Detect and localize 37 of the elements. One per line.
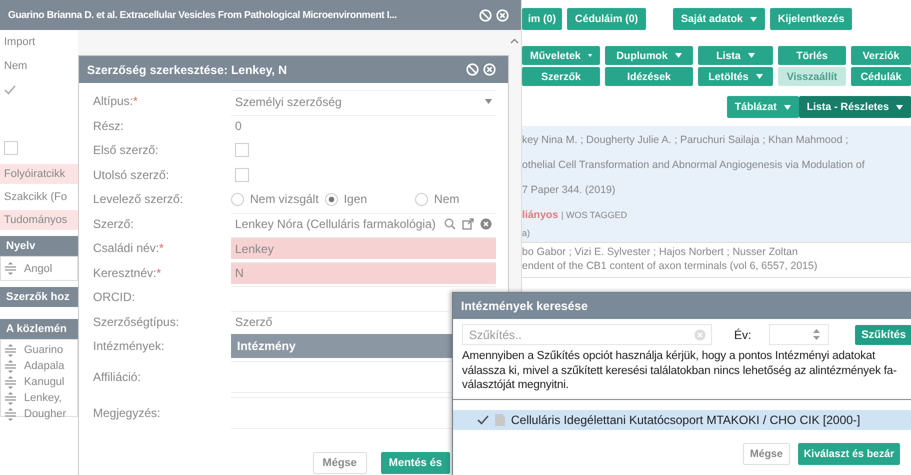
year-label: Év: xyxy=(734,328,752,342)
radio-label: Nem xyxy=(434,192,460,206)
tag-text: | WOS TAGGED xyxy=(561,210,628,220)
field-label: Intézmények: xyxy=(93,339,166,354)
radio-label: Nem vizsgált xyxy=(250,192,319,206)
dialog-title: Szerzőség szerkesztése: Lenkey, N xyxy=(87,62,287,76)
field-label: Utolsó szerző: xyxy=(93,168,170,182)
field-label: ORCID: xyxy=(93,290,136,304)
field-label: Altípus:* xyxy=(93,94,139,108)
record-text: bo Gabor ; Vizi E. Sylvester ; Hajos Norbert ; Nusser Zoltan xyxy=(522,245,799,259)
window-title: Guarino Brianna D. et al. Extracellular Vesicles From Pathological Microenvironment I... xyxy=(8,10,397,20)
type-field: Szakcikk (Fo xyxy=(0,187,78,207)
field-label: Családi név:* xyxy=(93,241,165,256)
radio-label: Igen xyxy=(344,192,368,206)
field-label: Első szerző: xyxy=(93,143,160,158)
field-label: Keresztnév:* xyxy=(93,266,162,280)
field-label: Szerzőségtípus: xyxy=(93,314,180,329)
record-text: key Nina M. ; Dougherty Julie A. ; Paruchuri Sailaja ; Khan Mahmood ; xyxy=(522,133,850,148)
section-header: A közlemén xyxy=(0,319,78,339)
notice-text: Amennyiben a Szűkítés opciót használja kérjük, hogy a pontos Intézményi adatokat válassza ki, mivel a szűkített keresési találatokban nincs lehetőség az alintézmények fa-választóját megnyitni. xyxy=(453,345,911,400)
record-note: a) xyxy=(522,228,532,238)
field-label: Megjegyzés: xyxy=(93,406,162,420)
status-label: liányos xyxy=(522,209,558,221)
section-header: Szerzők hoz xyxy=(0,287,78,307)
type-field: Tudományos xyxy=(0,210,78,230)
field-label: Levelező szerző: xyxy=(93,192,184,206)
section-header: Nyelv xyxy=(0,236,78,256)
field-label: Affiliáció: xyxy=(93,370,142,384)
record-text: 7 Paper 344. (2019) xyxy=(522,183,616,198)
field-value: Nem xyxy=(3,59,28,74)
type-field: Folyóiratcikk xyxy=(0,164,78,184)
field-label: Szerző: xyxy=(93,216,135,231)
field-label: Rész: xyxy=(93,118,125,133)
field-value: Import xyxy=(3,35,36,50)
record-text: endent of the CB1 content of axon terminals (vol 6, 6557, 2015) xyxy=(522,259,818,273)
dialog-title: Intézmények keresése xyxy=(461,299,588,313)
record-text: othelial Cell Transformation and Abnormal Angiogenesis via Modulation of xyxy=(522,158,866,173)
